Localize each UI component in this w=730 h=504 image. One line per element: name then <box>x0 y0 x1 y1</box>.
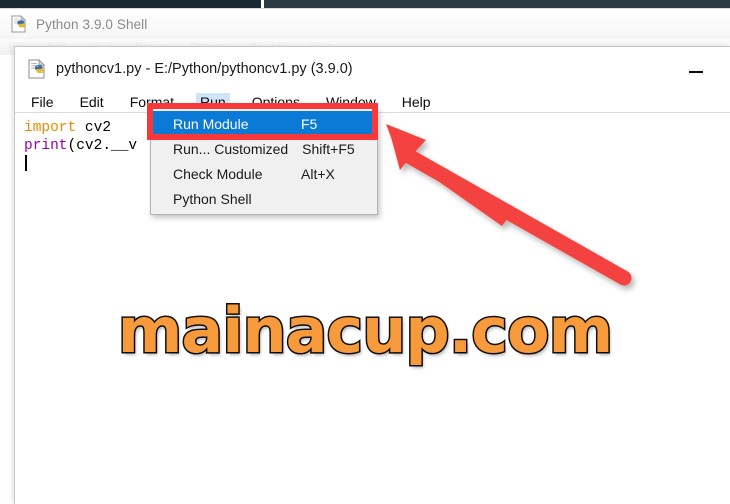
menu-item-check-module[interactable]: Check Module Alt+X <box>151 161 377 186</box>
text-caret <box>25 155 27 171</box>
minimize-icon <box>689 71 703 73</box>
menu-item-label: Check Module <box>173 165 263 182</box>
menu-item-shortcut: Alt+X <box>301 165 335 182</box>
shell-titlebar[interactable]: Python 3.9.0 Shell <box>0 9 730 39</box>
code-token-args: (cv2.__v <box>67 138 138 154</box>
minimize-button[interactable] <box>682 61 710 83</box>
shell-window-title: Python 3.9.0 Shell <box>36 16 148 32</box>
editor-menu-file[interactable]: File <box>27 93 58 111</box>
desktop-strip-right <box>264 0 730 8</box>
python-idle-icon <box>27 59 47 79</box>
run-menu-dropdown: Run Module F5 Run... Customized Shift+F5… <box>150 107 378 215</box>
desktop-strip-left <box>0 0 261 8</box>
menu-item-python-shell[interactable]: Python Shell <box>151 186 377 211</box>
editor-titlebar[interactable]: pythoncv1.py - E:/Python/pythoncv1.py (3… <box>15 47 730 91</box>
menu-item-run-customized[interactable]: Run... Customized Shift+F5 <box>151 136 377 161</box>
menu-item-run-module[interactable]: Run Module F5 <box>151 111 377 136</box>
code-token-import: import <box>24 120 77 136</box>
code-token-print: print <box>24 138 68 154</box>
menu-item-label: Run Module <box>173 115 249 132</box>
menu-item-shortcut: F5 <box>301 115 318 132</box>
editor-menu-help[interactable]: Help <box>398 93 435 111</box>
menu-item-label: Python Shell <box>173 190 252 207</box>
python-idle-icon <box>10 15 28 33</box>
menu-item-label: Run... Customized <box>173 140 289 157</box>
code-token-module: cv2 <box>76 120 112 136</box>
menu-item-shortcut: Shift+F5 <box>302 140 355 157</box>
editor-menu-edit[interactable]: Edit <box>76 93 108 111</box>
editor-window-title: pythoncv1.py - E:/Python/pythoncv1.py (3… <box>56 61 353 77</box>
